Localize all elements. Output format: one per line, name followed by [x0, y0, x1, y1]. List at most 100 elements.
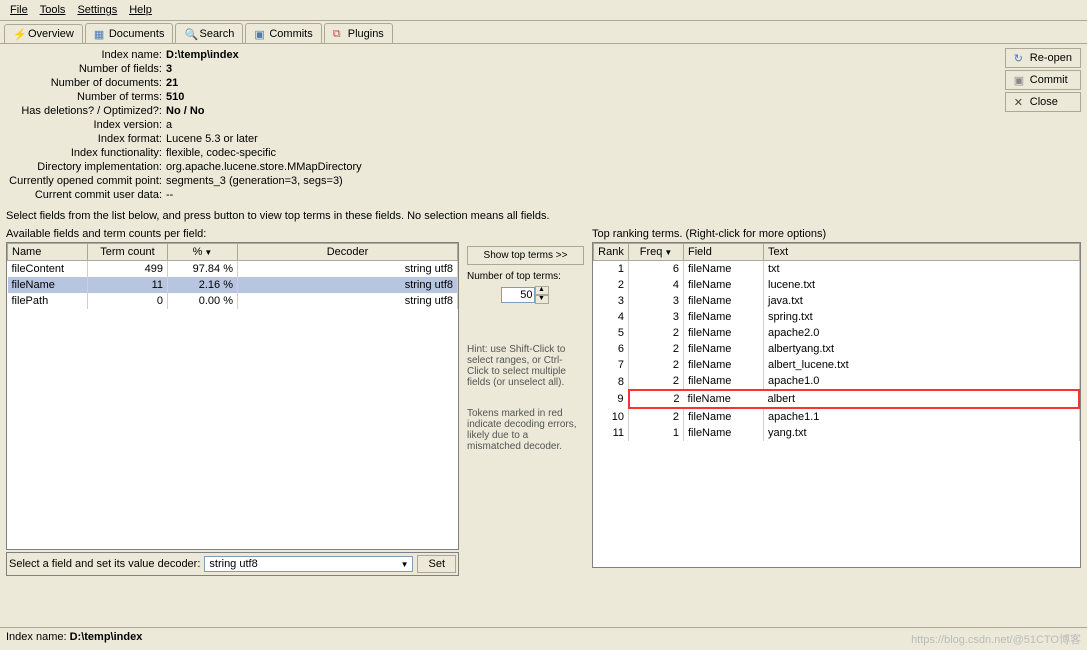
cell-pct: 97.84 %: [168, 261, 238, 278]
num-terms-label: Number of top terms:: [467, 271, 584, 282]
info-value: No / No: [166, 105, 205, 117]
plugins-icon: ⧉: [333, 28, 345, 40]
sort-arrow-icon: ▼: [664, 248, 672, 257]
cell-text: apache2.0: [764, 325, 1080, 341]
col-rank[interactable]: Rank: [594, 244, 629, 261]
chevron-down-icon: ▼: [401, 560, 409, 569]
cell-rank: 8: [594, 373, 629, 390]
num-terms-input[interactable]: [501, 287, 535, 303]
col-freq[interactable]: Freq▼: [629, 244, 684, 261]
cell-freq: 2: [629, 408, 684, 425]
cell-text: java.txt: [764, 293, 1080, 309]
table-row[interactable]: 7 2 fileName albert_lucene.txt: [594, 357, 1080, 373]
cell-freq: 2: [629, 341, 684, 357]
cell-rank: 9: [594, 390, 629, 408]
table-row[interactable]: 2 4 fileName lucene.txt: [594, 277, 1080, 293]
col-field[interactable]: Field: [684, 244, 764, 261]
col-name[interactable]: Name: [8, 244, 88, 261]
tab-search[interactable]: 🔍 Search: [175, 23, 243, 43]
info-value: 21: [166, 77, 178, 89]
cell-text: albertyang.txt: [764, 341, 1080, 357]
menu-file[interactable]: File: [4, 2, 34, 18]
commit-icon: ▣: [1014, 74, 1026, 86]
commit-button[interactable]: ▣ Commit: [1005, 70, 1081, 90]
cell-name: fileName: [8, 277, 88, 293]
table-row[interactable]: 5 2 fileName apache2.0: [594, 325, 1080, 341]
spinner-down[interactable]: ▼: [535, 295, 549, 304]
info-value: 510: [166, 91, 184, 103]
tab-documents[interactable]: ▦ Documents: [85, 23, 174, 43]
num-terms-spinner: ▲ ▼: [501, 286, 551, 304]
col-text[interactable]: Text: [764, 244, 1080, 261]
button-label: Commit: [1030, 74, 1068, 86]
info-value: segments_3 (generation=3, segs=3): [166, 175, 343, 187]
table-row[interactable]: fileContent 499 97.84 % string utf8: [8, 261, 458, 278]
tab-label: Commits: [269, 28, 312, 40]
tab-overview[interactable]: ⚡ Overview: [4, 24, 83, 44]
info-row: Currently opened commit point:segments_3…: [6, 174, 1081, 188]
table-row[interactable]: 3 3 fileName java.txt: [594, 293, 1080, 309]
set-button[interactable]: Set: [417, 555, 456, 573]
cell-freq: 1: [629, 425, 684, 441]
cell-rank: 1: [594, 261, 629, 278]
cell-field: fileName: [684, 373, 764, 390]
close-button[interactable]: ✕ Close: [1005, 92, 1081, 112]
info-row: Index functionality:flexible, codec-spec…: [6, 146, 1081, 160]
cell-text: albert: [764, 390, 1080, 408]
terms-title: Top ranking terms. (Right-click for more…: [592, 226, 1081, 242]
fields-title: Available fields and term counts per fie…: [6, 226, 459, 242]
cell-text: spring.txt: [764, 309, 1080, 325]
info-value: --: [166, 189, 173, 201]
table-row[interactable]: fileName 11 2.16 % string utf8: [8, 277, 458, 293]
table-row[interactable]: 1 6 fileName txt: [594, 261, 1080, 278]
index-info: Index name:D:\temp\indexNumber of fields…: [6, 48, 1081, 202]
cell-text: albert_lucene.txt: [764, 357, 1080, 373]
table-row[interactable]: 6 2 fileName albertyang.txt: [594, 341, 1080, 357]
cell-field: fileName: [684, 261, 764, 278]
cell-name: filePath: [8, 293, 88, 309]
tab-commits[interactable]: ▣ Commits: [245, 23, 321, 43]
info-row: Number of fields:3: [6, 62, 1081, 76]
terms-table: Rank Freq▼ Field Text 1 6 fileName txt2 …: [593, 243, 1080, 441]
action-buttons: ↻ Re-open ▣ Commit ✕ Close: [1005, 48, 1081, 112]
info-value: a: [166, 119, 172, 131]
menu-tools[interactable]: Tools: [34, 2, 72, 18]
tab-plugins[interactable]: ⧉ Plugins: [324, 23, 393, 43]
col-percent[interactable]: %▼: [168, 244, 238, 261]
info-value: org.apache.lucene.store.MMapDirectory: [166, 161, 362, 173]
menu-settings[interactable]: Settings: [71, 2, 123, 18]
table-row[interactable]: 8 2 fileName apache1.0: [594, 373, 1080, 390]
cell-text: apache1.0: [764, 373, 1080, 390]
table-row[interactable]: 11 1 fileName yang.txt: [594, 425, 1080, 441]
col-decoder[interactable]: Decoder: [238, 244, 458, 261]
info-row: Number of documents:21: [6, 76, 1081, 90]
tab-label: Plugins: [348, 28, 384, 40]
decoder-combo[interactable]: string utf8 ▼: [204, 556, 413, 572]
reopen-button[interactable]: ↻ Re-open: [1005, 48, 1081, 68]
cell-rank: 6: [594, 341, 629, 357]
hint-text-2: Tokens marked in red indicate decoding e…: [467, 408, 584, 452]
cell-freq: 3: [629, 309, 684, 325]
show-top-terms-button[interactable]: Show top terms >>: [467, 246, 584, 265]
cell-text: txt: [764, 261, 1080, 278]
col-termcount[interactable]: Term count: [88, 244, 168, 261]
cell-freq: 2: [629, 373, 684, 390]
info-row: Index name:D:\temp\index: [6, 48, 1081, 62]
cell-count: 499: [88, 261, 168, 278]
info-label: Index format:: [6, 133, 166, 145]
cell-name: fileContent: [8, 261, 88, 278]
cell-field: fileName: [684, 277, 764, 293]
decoder-bar: Select a field and set its value decoder…: [6, 552, 459, 576]
info-label: Number of terms:: [6, 91, 166, 103]
table-row[interactable]: filePath 0 0.00 % string utf8: [8, 293, 458, 309]
cell-field: fileName: [684, 390, 764, 408]
table-row[interactable]: 10 2 fileName apache1.1: [594, 408, 1080, 425]
table-row[interactable]: 4 3 fileName spring.txt: [594, 309, 1080, 325]
tab-bar: ⚡ Overview ▦ Documents 🔍 Search ▣ Commit…: [0, 21, 1087, 43]
table-row[interactable]: 9 2 fileName albert: [594, 390, 1080, 408]
cell-rank: 11: [594, 425, 629, 441]
menu-help[interactable]: Help: [123, 2, 158, 18]
button-label: Close: [1030, 96, 1058, 108]
info-row: Index format:Lucene 5.3 or later: [6, 132, 1081, 146]
spinner-up[interactable]: ▲: [535, 286, 549, 295]
